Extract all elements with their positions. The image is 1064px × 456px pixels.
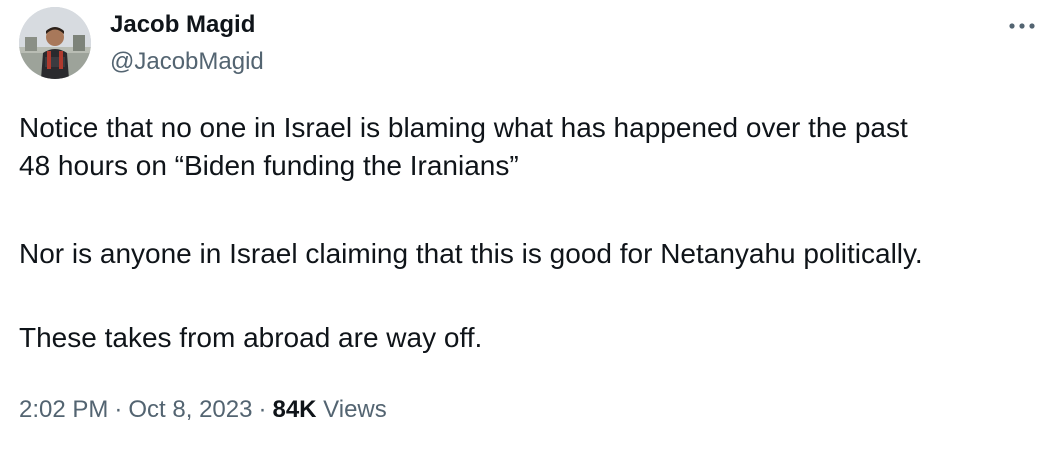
more-options-button[interactable] — [1004, 8, 1040, 44]
tweet-time[interactable]: 2:02 PM — [19, 396, 108, 423]
tweet-text: Notice that no one in Israel is blaming … — [19, 109, 1049, 357]
tweet-paragraph-3: These takes from abroad are way off. — [19, 322, 483, 353]
tweet-date[interactable]: Oct 8, 2023 — [128, 396, 252, 423]
author-handle[interactable]: @JacobMagid — [110, 48, 264, 76]
tweet-line-1: Notice that no one in Israel is blaming … — [19, 112, 908, 143]
avatar-photo — [19, 7, 91, 79]
views-count: 84K — [272, 396, 317, 423]
avatar[interactable] — [19, 7, 91, 79]
tweet-paragraph-1: Notice that no one in Israel is blaming … — [19, 109, 1049, 185]
views-label: Views — [323, 396, 387, 423]
tweet-meta: 2:02 PM · Oct 8, 2023 · 84K Views — [19, 395, 387, 425]
tweet-paragraph-2: Nor is anyone in Israel claiming that th… — [19, 238, 923, 269]
author-name[interactable]: Jacob Magid — [110, 11, 255, 39]
more-horizontal-icon — [1009, 23, 1035, 29]
meta-separator: · — [114, 396, 123, 423]
tweet-line-2: 48 hours on “Biden funding the Iranians” — [19, 150, 519, 181]
meta-separator: · — [258, 396, 267, 423]
tweet-card: Jacob Magid @JacobMagid Notice that no o… — [0, 0, 1064, 456]
